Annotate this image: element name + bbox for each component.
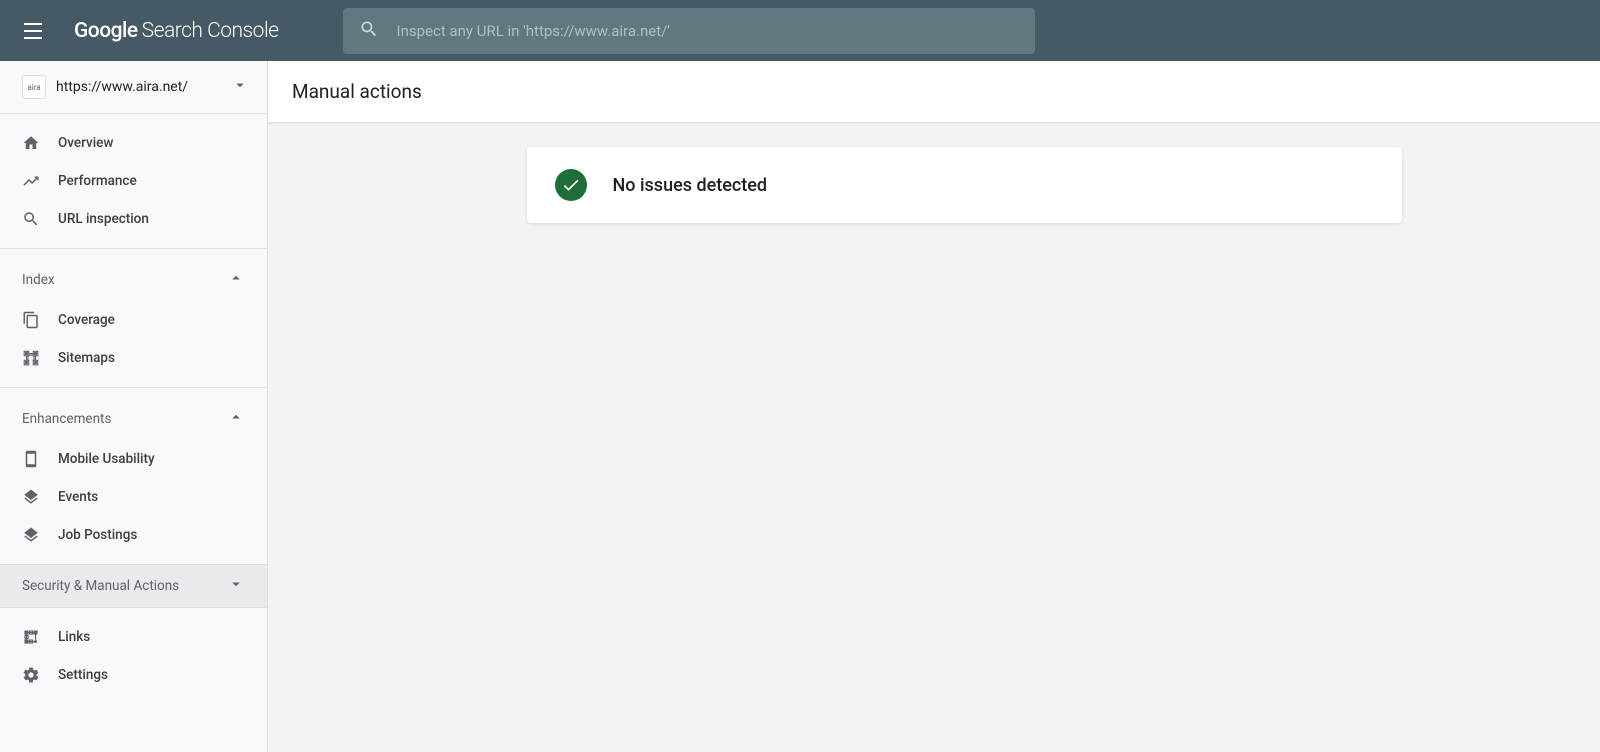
- sidebar-item-events[interactable]: Events: [0, 478, 267, 516]
- nav-section-header-enhancements[interactable]: Enhancements: [0, 398, 267, 440]
- nav-section-security: Security & Manual Actions: [0, 565, 267, 608]
- sidebar-item-label: Events: [58, 489, 98, 505]
- chevron-up-icon: [227, 408, 245, 430]
- trending-icon: [22, 172, 40, 190]
- search-input[interactable]: [397, 22, 1019, 40]
- sidebar-item-label: Overview: [58, 135, 113, 151]
- sidebar-item-sitemaps[interactable]: Sitemaps: [0, 339, 267, 377]
- sidebar-item-settings[interactable]: Settings: [0, 656, 267, 694]
- sidebar-item-label: Performance: [58, 173, 137, 189]
- search-icon: [22, 210, 40, 228]
- url-inspection-search[interactable]: [343, 8, 1035, 54]
- sidebar-item-url-inspection[interactable]: URL inspection: [0, 200, 267, 238]
- nav-section-header-index[interactable]: Index: [0, 259, 267, 301]
- layers-icon: [22, 488, 40, 506]
- sidebar-item-mobile-usability[interactable]: Mobile Usability: [0, 440, 267, 478]
- sidebar-item-coverage[interactable]: Coverage: [0, 301, 267, 339]
- chevron-down-icon: [227, 575, 245, 597]
- section-label: Enhancements: [22, 411, 111, 427]
- content-body: No issues detected: [268, 123, 1600, 247]
- hamburger-menu-icon[interactable]: [24, 19, 48, 43]
- mobile-icon: [22, 450, 40, 468]
- sidebar-item-overview[interactable]: Overview: [0, 124, 267, 162]
- sidebar-item-label: Settings: [58, 667, 108, 683]
- sidebar-item-label: Job Postings: [58, 527, 137, 543]
- logo-google-text: Google: [74, 19, 138, 43]
- sidebar-item-performance[interactable]: Performance: [0, 162, 267, 200]
- sidebar-item-label: Links: [58, 629, 90, 645]
- sidebar-item-links[interactable]: Links: [0, 618, 267, 656]
- layers-icon: [22, 526, 40, 544]
- sitemap-icon: [22, 349, 40, 367]
- section-label: Security & Manual Actions: [22, 578, 179, 594]
- nav-section-header-security[interactable]: Security & Manual Actions: [0, 565, 267, 607]
- nav-section-bottom: Links Settings: [0, 608, 267, 704]
- chevron-up-icon: [227, 269, 245, 291]
- nav-section-index: Index Coverage Sitemaps: [0, 249, 267, 388]
- copy-icon: [22, 311, 40, 329]
- app-logo[interactable]: Google Search Console: [74, 19, 279, 43]
- sidebar-item-label: Sitemaps: [58, 350, 115, 366]
- gear-icon: [22, 666, 40, 684]
- nav-section-main: Overview Performance URL inspection: [0, 114, 267, 249]
- nav-section-enhancements: Enhancements Mobile Usability Events: [0, 388, 267, 565]
- home-icon: [22, 134, 40, 152]
- search-icon: [359, 19, 379, 43]
- chevron-down-icon: [231, 76, 249, 98]
- sidebar: aira https://www.aira.net/ Overview Perf…: [0, 61, 268, 752]
- property-url: https://www.aira.net/: [56, 79, 221, 95]
- page-title: Manual actions: [268, 61, 1600, 123]
- section-label: Index: [22, 272, 55, 288]
- logo-search-console-text: Search Console: [142, 19, 279, 43]
- sidebar-item-job-postings[interactable]: Job Postings: [0, 516, 267, 554]
- status-card: No issues detected: [527, 147, 1402, 223]
- checkmark-icon: [555, 169, 587, 201]
- main-content: Manual actions No issues detected: [268, 61, 1600, 752]
- app-header: Google Search Console: [0, 0, 1600, 61]
- property-favicon: aira: [22, 75, 46, 99]
- status-message: No issues detected: [613, 175, 768, 196]
- links-icon: [22, 628, 40, 646]
- sidebar-item-label: Coverage: [58, 312, 115, 328]
- property-selector[interactable]: aira https://www.aira.net/: [0, 61, 267, 114]
- sidebar-item-label: Mobile Usability: [58, 451, 155, 467]
- sidebar-item-label: URL inspection: [58, 211, 149, 227]
